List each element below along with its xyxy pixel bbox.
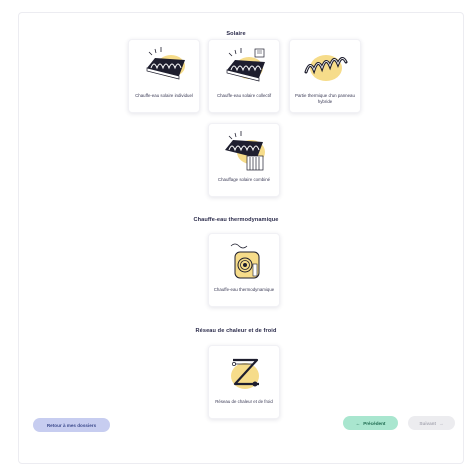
card-chauffe-eau-solaire-collectif[interactable]: Chauffe-eau solaire collectif: [208, 39, 280, 113]
back-to-folders-button[interactable]: Retour à mes dossiers: [33, 418, 110, 432]
card-label: Réseau de chaleur et de froid: [215, 399, 273, 404]
hybrid-panel-thermal-icon: [304, 55, 348, 81]
section-title-solaire: Solaire: [226, 31, 246, 37]
previous-button[interactable]: ← Précédent: [343, 416, 398, 430]
card-chauffe-eau-solaire-individuel[interactable]: Chauffe-eau solaire individuel: [128, 39, 200, 113]
next-label: Suivant: [419, 420, 436, 426]
heat-cold-network-icon: [231, 358, 259, 389]
card-label: Chauffe-eau solaire collectif: [216, 93, 272, 98]
card-partie-thermique-panneau-hybride[interactable]: Partie thermique d'un panneau hybride: [289, 39, 361, 113]
arrow-right-icon: →: [439, 420, 444, 426]
previous-label: Précédent: [363, 420, 386, 426]
card-chauffe-eau-thermodynamique[interactable]: Chauffe-eau thermodynamique: [208, 233, 280, 307]
solar-water-heater-individual-icon: [146, 47, 185, 80]
card-reseau-chaleur-froid[interactable]: Réseau de chaleur et de froid: [208, 345, 280, 419]
card-label: Chauffage solaire combiné: [217, 177, 271, 182]
arrow-left-icon: ←: [355, 420, 361, 426]
back-to-folders-label: Retour à mes dossiers: [46, 422, 97, 428]
solar-water-heater-collective-icon: [226, 48, 265, 82]
next-button[interactable]: Suivant →: [408, 416, 455, 430]
combined-solar-heating-icon: [225, 131, 265, 171]
card-label: Chauffe-eau solaire individuel: [135, 93, 193, 98]
thermodynamic-water-heater-icon: [230, 243, 260, 279]
card-chauffage-solaire-combine[interactable]: Chauffage solaire combiné: [208, 123, 280, 197]
section-title-reseau: Réseau de chaleur et de froid: [195, 328, 277, 334]
section-title-thermodynamique: Chauffe-eau thermodynamique: [193, 217, 279, 223]
card-label: Partie thermique d'un panneau hybride: [295, 93, 355, 104]
card-label: Chauffe-eau thermodynamique: [213, 287, 275, 292]
